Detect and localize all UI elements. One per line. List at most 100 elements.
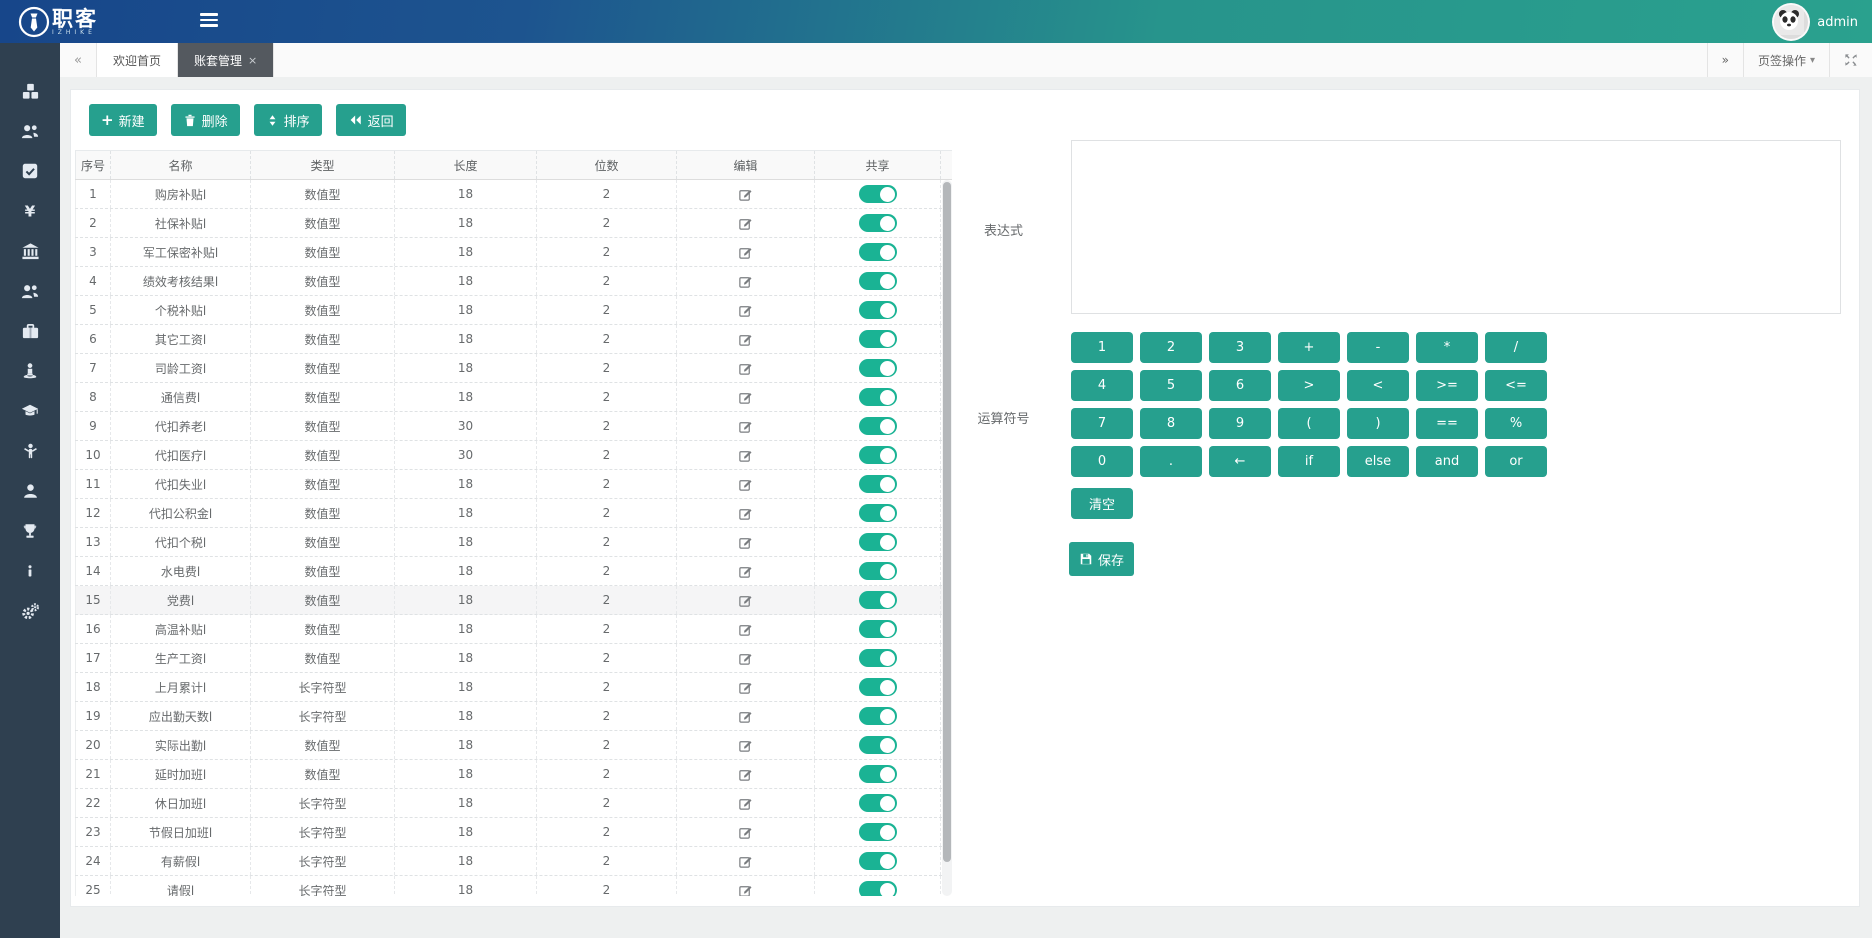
table-row[interactable]: 25 请假l 长字符型 18 2 (75, 876, 952, 896)
operator-button[interactable]: 7 (1071, 408, 1133, 439)
table-row[interactable]: 22 休日加班l 长字符型 18 2 (75, 789, 952, 818)
table-row[interactable]: 7 司龄工资l 数值型 18 2 (75, 354, 952, 383)
operator-button[interactable]: else (1347, 446, 1409, 477)
sidebar-item-child[interactable] (0, 431, 60, 471)
table-row[interactable]: 16 高温补贴l 数值型 18 2 (75, 615, 952, 644)
sidebar-item-user[interactable] (0, 471, 60, 511)
table-row[interactable]: 4 绩效考核结果l 数值型 18 2 (75, 267, 952, 296)
operator-button[interactable]: < (1347, 370, 1409, 401)
tabs-scroll-left[interactable]: « (60, 43, 97, 77)
share-toggle[interactable] (859, 301, 897, 319)
edit-icon[interactable] (738, 390, 753, 405)
back-button[interactable]: 返回 (336, 104, 406, 136)
sidebar-item-info[interactable] (0, 551, 60, 591)
sidebar-item-street-view[interactable] (0, 351, 60, 391)
edit-icon[interactable] (738, 477, 753, 492)
operator-button[interactable]: 6 (1209, 370, 1271, 401)
operator-button[interactable]: 4 (1071, 370, 1133, 401)
operator-button[interactable]: * (1416, 332, 1478, 363)
table-header-cell[interactable]: 共享 (815, 151, 941, 179)
table-row[interactable]: 11 代扣失业l 数值型 18 2 (75, 470, 952, 499)
share-toggle[interactable] (859, 446, 897, 464)
edit-icon[interactable] (738, 303, 753, 318)
sidebar-item-user-group[interactable] (0, 271, 60, 311)
share-toggle[interactable] (859, 678, 897, 696)
edit-icon[interactable] (738, 506, 753, 521)
app-logo[interactable]: 职客 IZHIKE (16, 4, 98, 40)
share-toggle[interactable] (859, 881, 897, 896)
operator-button[interactable]: 0 (1071, 446, 1133, 477)
table-row[interactable]: 20 实际出勤l 数值型 18 2 (75, 731, 952, 760)
share-toggle[interactable] (859, 562, 897, 580)
table-header-cell[interactable]: 类型 (251, 151, 395, 179)
table-row[interactable]: 23 节假日加班l 长字符型 18 2 (75, 818, 952, 847)
edit-icon[interactable] (738, 187, 753, 202)
sort-button[interactable]: 排序 (254, 104, 322, 136)
share-toggle[interactable] (859, 330, 897, 348)
share-toggle[interactable] (859, 852, 897, 870)
sidebar-item-users[interactable] (0, 111, 60, 151)
share-toggle[interactable] (859, 243, 897, 261)
table-header-cell[interactable]: 位数 (537, 151, 677, 179)
operator-button[interactable]: 2 (1140, 332, 1202, 363)
edit-icon[interactable] (738, 651, 753, 666)
table-row[interactable]: 6 其它工资l 数值型 18 2 (75, 325, 952, 354)
edit-icon[interactable] (738, 535, 753, 550)
new-button[interactable]: + 新建 (89, 104, 157, 136)
operator-button[interactable]: ( (1278, 408, 1340, 439)
operator-button[interactable]: or (1485, 446, 1547, 477)
sidebar-item-salary[interactable]: ¥ (0, 191, 60, 231)
share-toggle[interactable] (859, 475, 897, 493)
table-row[interactable]: 5 个税补贴l 数值型 18 2 (75, 296, 952, 325)
sidebar-item-briefcase[interactable] (0, 311, 60, 351)
clear-button[interactable]: 清空 (1071, 488, 1133, 519)
expression-textarea[interactable] (1071, 140, 1841, 314)
table-row[interactable]: 3 军工保密补贴l 数值型 18 2 (75, 238, 952, 267)
share-toggle[interactable] (859, 794, 897, 812)
table-row[interactable]: 18 上月累计l 长字符型 18 2 (75, 673, 952, 702)
tab-actions-dropdown[interactable]: 页签操作 ▾ (1744, 43, 1830, 77)
table-row[interactable]: 14 水电费l 数值型 18 2 (75, 557, 952, 586)
user-menu[interactable]: admin (1772, 3, 1858, 41)
table-row[interactable]: 17 生产工资l 数值型 18 2 (75, 644, 952, 673)
edit-icon[interactable] (738, 796, 753, 811)
edit-icon[interactable] (738, 361, 753, 376)
table-row[interactable]: 21 延时加班l 数值型 18 2 (75, 760, 952, 789)
sidebar-item-training[interactable] (0, 391, 60, 431)
hamburger-icon[interactable] (200, 13, 218, 29)
table-header-cell[interactable]: 序号 (75, 151, 111, 179)
operator-button[interactable]: % (1485, 408, 1547, 439)
edit-icon[interactable] (738, 274, 753, 289)
username[interactable]: admin (1817, 15, 1858, 30)
operator-button[interactable]: 9 (1209, 408, 1271, 439)
operator-button[interactable]: ← (1209, 446, 1271, 477)
save-button[interactable]: 保存 (1069, 542, 1134, 576)
table-row[interactable]: 15 党费l 数值型 18 2 (75, 586, 952, 615)
edit-icon[interactable] (738, 216, 753, 231)
tab-welcome[interactable]: 欢迎首页 (97, 43, 178, 77)
sidebar-item-trophy[interactable] (0, 511, 60, 551)
operator-button[interactable]: >= (1416, 370, 1478, 401)
sidebar-item-cubes[interactable] (0, 71, 60, 111)
share-toggle[interactable] (859, 214, 897, 232)
operator-button[interactable]: and (1416, 446, 1478, 477)
edit-icon[interactable] (738, 622, 753, 637)
share-toggle[interactable] (859, 388, 897, 406)
scrollbar-thumb[interactable] (943, 182, 951, 862)
fullscreen-toggle[interactable] (1830, 43, 1872, 77)
operator-button[interactable]: + (1278, 332, 1340, 363)
edit-icon[interactable] (738, 825, 753, 840)
share-toggle[interactable] (859, 707, 897, 725)
tabs-scroll-right[interactable]: » (1708, 43, 1744, 77)
table-row[interactable]: 2 社保补贴l 数值型 18 2 (75, 209, 952, 238)
share-toggle[interactable] (859, 504, 897, 522)
edit-icon[interactable] (738, 419, 753, 434)
edit-icon[interactable] (738, 245, 753, 260)
table-row[interactable]: 19 应出勤天数l 长字符型 18 2 (75, 702, 952, 731)
share-toggle[interactable] (859, 765, 897, 783)
table-row[interactable]: 10 代扣医疗l 数值型 30 2 (75, 441, 952, 470)
operator-button[interactable]: if (1278, 446, 1340, 477)
avatar[interactable] (1772, 3, 1810, 41)
share-toggle[interactable] (859, 649, 897, 667)
table-row[interactable]: 24 有薪假l 长字符型 18 2 (75, 847, 952, 876)
